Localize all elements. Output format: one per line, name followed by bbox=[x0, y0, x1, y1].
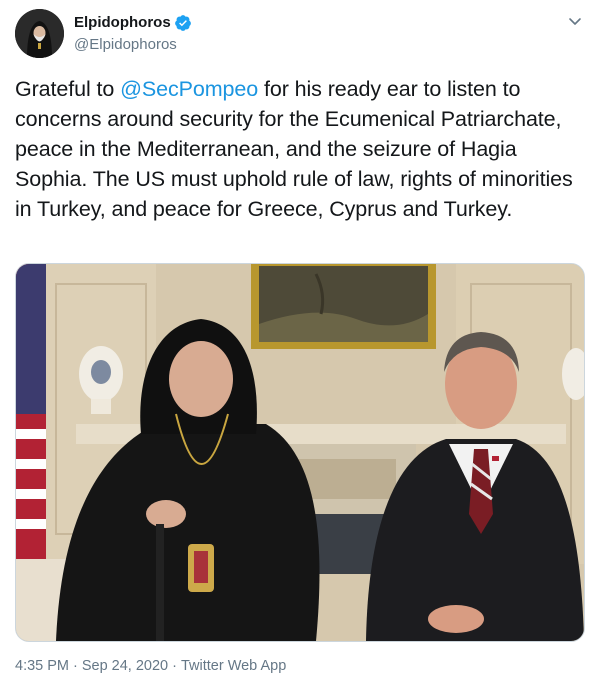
tweet-date[interactable]: Sep 24, 2020 bbox=[82, 658, 168, 674]
meta-separator-2: · bbox=[172, 658, 177, 674]
tweet-text-start: Grateful to bbox=[15, 77, 121, 101]
tweet-photo[interactable] bbox=[15, 263, 585, 642]
photo-image bbox=[16, 264, 584, 641]
display-name[interactable]: Elpidophoros bbox=[74, 13, 171, 32]
tweet-meta: 4:35 PM · Sep 24, 2020 · Twitter Web App bbox=[15, 656, 286, 676]
avatar-image bbox=[15, 9, 64, 58]
tweet-card: Elpidophoros @Elpidophoros Grateful to @… bbox=[0, 0, 599, 692]
meta-separator: · bbox=[73, 658, 78, 674]
mention-link[interactable]: @SecPompeo bbox=[120, 77, 258, 101]
tweet-source[interactable]: Twitter Web App bbox=[181, 658, 286, 674]
tweet-time[interactable]: 4:35 PM bbox=[15, 658, 69, 674]
tweet-text: Grateful to @SecPompeo for his ready ear… bbox=[15, 74, 587, 224]
user-handle[interactable]: @Elpidophoros bbox=[74, 35, 177, 54]
avatar[interactable] bbox=[15, 9, 64, 58]
author-name-row: Elpidophoros bbox=[74, 13, 192, 32]
chevron-down-icon[interactable] bbox=[566, 12, 584, 30]
verified-badge-icon bbox=[174, 14, 192, 32]
